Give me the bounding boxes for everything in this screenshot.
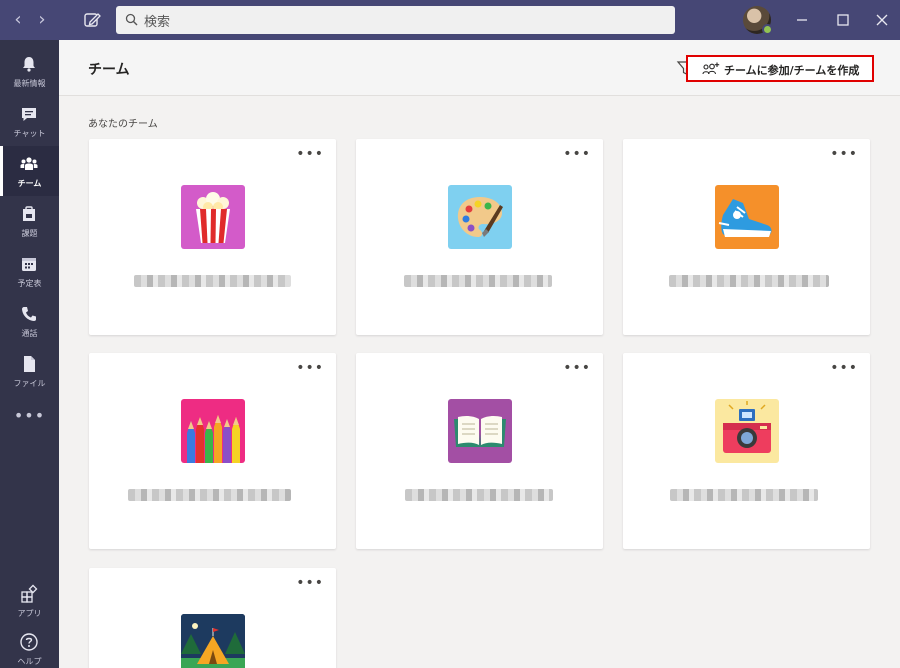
- rail-item-label: チャット: [13, 129, 46, 138]
- rail-item-label: アプリ: [17, 609, 42, 618]
- team-more-options-button[interactable]: •••: [296, 576, 324, 590]
- team-card[interactable]: •••: [623, 353, 870, 549]
- team-card[interactable]: •••: [89, 353, 336, 549]
- rail-item-teams[interactable]: チーム: [0, 146, 59, 196]
- rail-item-chat[interactable]: チャット: [0, 96, 59, 146]
- rail-item-label: 最新情報: [13, 79, 46, 88]
- phone-icon: [22, 307, 36, 321]
- minimize-icon[interactable]: [790, 8, 814, 32]
- team-more-options-button[interactable]: •••: [563, 361, 591, 375]
- team-name-redacted: [670, 489, 818, 501]
- team-card[interactable]: •••: [89, 139, 336, 335]
- team-more-options-button[interactable]: •••: [830, 147, 858, 161]
- rail-item-activity[interactable]: 最新情報: [0, 46, 59, 96]
- title-bar: ‹ › 検索: [0, 0, 900, 40]
- rail-item-help[interactable]: ヘルプ: [0, 624, 59, 668]
- sneaker-icon: [715, 185, 779, 249]
- rail-item-label: 予定表: [17, 279, 42, 288]
- help-icon: [20, 633, 38, 651]
- maximize-icon[interactable]: [831, 8, 855, 32]
- rail-item-assignments[interactable]: 課題: [0, 196, 59, 246]
- assignments-icon: [23, 206, 35, 221]
- rail-item-calendar[interactable]: 予定表: [0, 246, 59, 296]
- rail-item-label: チーム: [17, 179, 42, 188]
- search-icon: [125, 13, 138, 26]
- rail-item-label: ファイル: [13, 379, 46, 388]
- team-card[interactable]: •••: [623, 139, 870, 335]
- rail-item-label: 課題: [21, 229, 38, 238]
- team-name-redacted: [669, 275, 829, 287]
- close-icon[interactable]: [870, 8, 894, 32]
- forward-arrow-icon[interactable]: ›: [30, 8, 54, 32]
- team-name-redacted: [404, 275, 552, 287]
- palette-icon: [448, 185, 512, 249]
- pencils-icon: [181, 399, 245, 463]
- team-card[interactable]: •••: [356, 139, 603, 335]
- rail-item-files[interactable]: ファイル: [0, 346, 59, 396]
- book-icon: [448, 399, 512, 463]
- apps-icon: [21, 584, 38, 603]
- back-arrow-icon[interactable]: ‹: [6, 8, 30, 32]
- join-or-create-team-button[interactable]: チームに参加/チームを作成: [686, 55, 874, 82]
- team-card[interactable]: •••: [89, 568, 336, 668]
- join-or-create-team-label: チームに参加/チームを作成: [724, 64, 860, 77]
- app-rail: 最新情報 チャット チーム 課題 予定表 通話 ファイル ••• アプリ ヘルプ: [0, 40, 59, 668]
- rail-item-calls[interactable]: 通話: [0, 296, 59, 346]
- compose-icon[interactable]: [80, 8, 104, 32]
- file-icon: [24, 356, 35, 372]
- rail-item-label: 通話: [21, 329, 38, 338]
- more-apps-button[interactable]: •••: [0, 406, 59, 425]
- section-label-your-teams: あなたのチーム: [88, 119, 158, 130]
- rail-item-apps[interactable]: アプリ: [0, 576, 59, 626]
- tent-icon: [181, 614, 245, 668]
- teams-icon: [20, 157, 38, 170]
- presence-available-badge: [762, 24, 773, 35]
- page-title: チーム: [88, 62, 130, 78]
- team-card[interactable]: •••: [356, 353, 603, 549]
- team-name-redacted: [405, 489, 553, 501]
- rail-item-label: ヘルプ: [17, 657, 42, 666]
- team-more-options-button[interactable]: •••: [296, 147, 324, 161]
- calendar-icon: [22, 258, 36, 271]
- bell-icon: [23, 57, 35, 72]
- popcorn-icon: [181, 185, 245, 249]
- search-placeholder: 検索: [144, 15, 171, 30]
- search-input[interactable]: 検索: [116, 6, 675, 34]
- team-more-options-button[interactable]: •••: [296, 361, 324, 375]
- team-more-options-button[interactable]: •••: [830, 361, 858, 375]
- team-name-redacted: [128, 489, 291, 501]
- team-name-redacted: [134, 275, 291, 287]
- camera-icon: [715, 399, 779, 463]
- chat-icon: [22, 108, 36, 121]
- team-more-options-button[interactable]: •••: [563, 147, 591, 161]
- join-team-icon: [702, 62, 720, 75]
